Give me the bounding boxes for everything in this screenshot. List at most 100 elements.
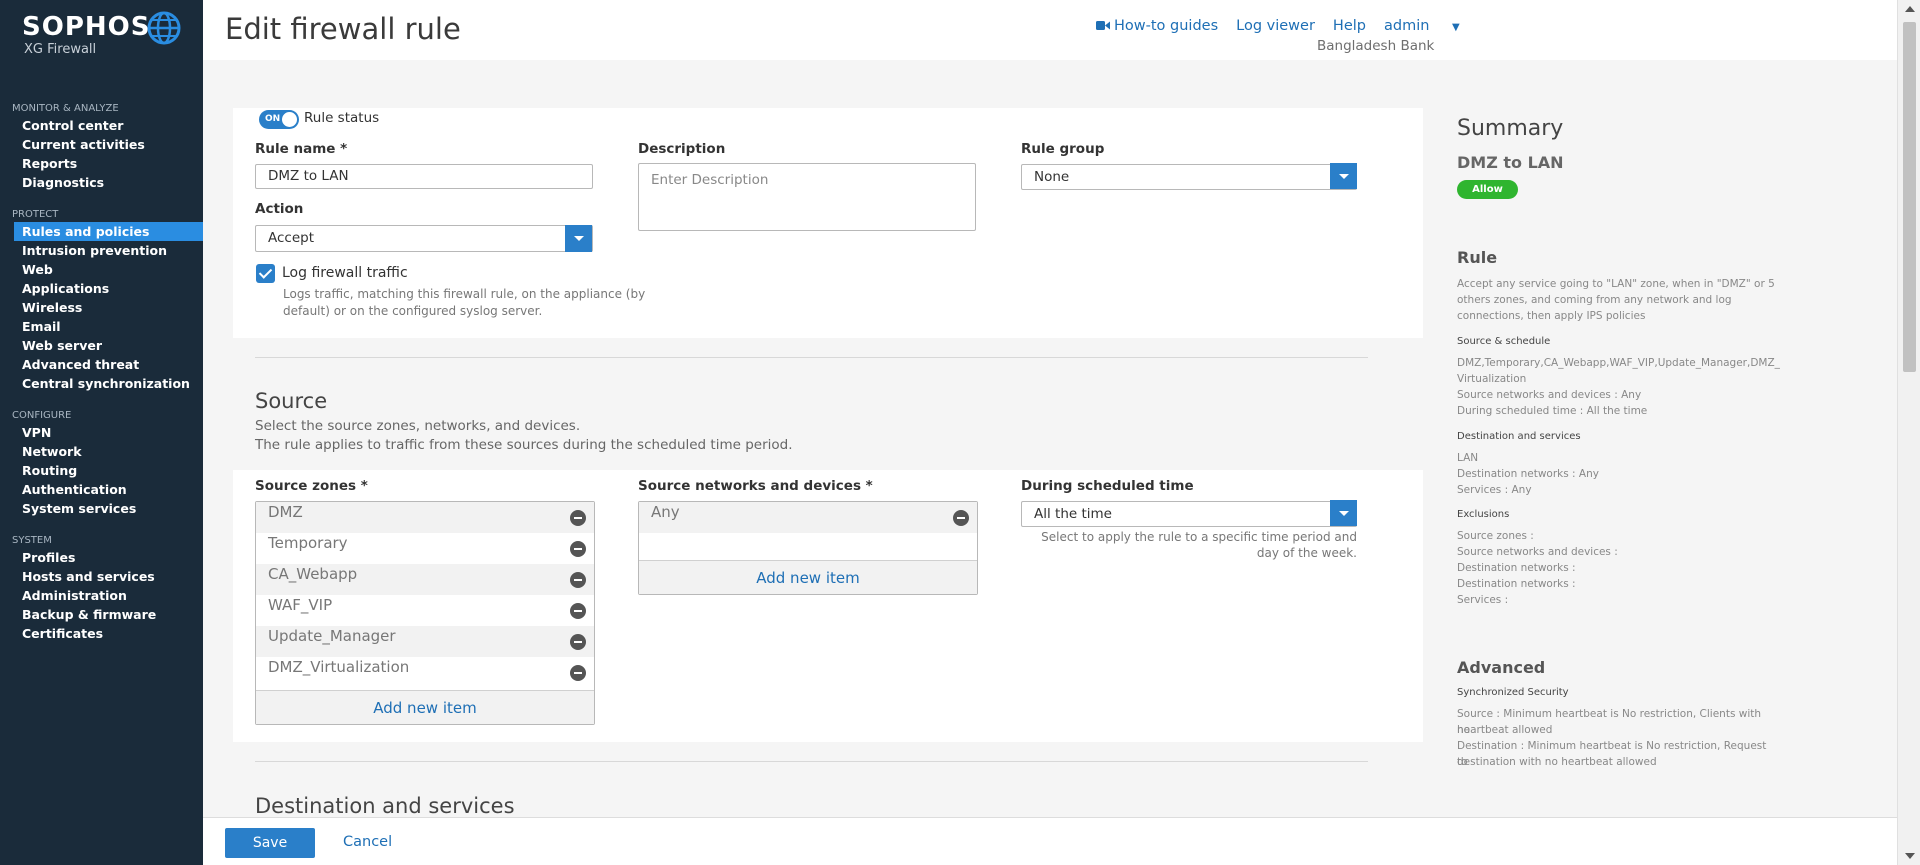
section-protect: PROTECT (12, 209, 59, 220)
sidebar-item-certificates[interactable]: Certificates (0, 624, 203, 643)
remove-icon[interactable] (570, 510, 586, 526)
divider (255, 761, 1368, 762)
product-name: XG Firewall (24, 42, 97, 57)
remove-icon[interactable] (570, 634, 586, 650)
description-textarea[interactable]: Enter Description (638, 163, 976, 231)
scroll-thumb[interactable] (1903, 22, 1916, 372)
log-traffic-checkbox[interactable] (256, 264, 275, 283)
list-item: WAF_VIP (256, 595, 594, 626)
summary-advanced-heading: Advanced (1457, 658, 1546, 677)
rule-name-input[interactable]: DMZ to LAN (255, 164, 593, 189)
sidebar-item-vpn[interactable]: VPN (0, 423, 203, 442)
log-hint-line1: Logs traffic, matching this firewall rul… (283, 287, 646, 301)
sidebar-item-backup-firmware[interactable]: Backup & firmware (0, 605, 203, 624)
sidebar-item-intrusion-prevention[interactable]: Intrusion prevention (0, 241, 203, 260)
remove-icon[interactable] (570, 603, 586, 619)
summary-excl-line2: Source networks and devices : (1457, 546, 1618, 558)
zone-name: CA_Webapp (268, 565, 358, 583)
globe-icon (147, 11, 181, 45)
rule-group-dropdown-button[interactable] (1330, 163, 1357, 189)
divider (255, 357, 1368, 358)
list-item: CA_Webapp (256, 564, 594, 595)
destination-services-heading: Destination and services (1457, 431, 1581, 442)
summary-rule-heading: Rule (1457, 248, 1498, 267)
scroll-down-icon[interactable] (1905, 853, 1915, 859)
sidebar-item-rules-and-policies[interactable]: Rules and policies (14, 222, 203, 241)
how-to-guides-link[interactable]: How-to guides (1114, 18, 1218, 34)
sidebar-item-reports[interactable]: Reports (0, 154, 203, 173)
log-viewer-link[interactable]: Log viewer (1236, 18, 1315, 34)
section-monitor: MONITOR & ANALYZE (12, 103, 119, 114)
admin-menu[interactable]: admin ▼ (1384, 18, 1478, 34)
sidebar-item-profiles[interactable]: Profiles (0, 548, 203, 567)
sidebar-item-system-services[interactable]: System services (0, 499, 203, 518)
description-label: Description (638, 141, 726, 157)
rule-status-label: Rule status (304, 110, 380, 126)
zone-name: DMZ_Virtualization (268, 658, 410, 676)
help-link[interactable]: Help (1333, 18, 1366, 34)
sidebar-item-hosts-and-services[interactable]: Hosts and services (0, 567, 203, 586)
cancel-button[interactable]: Cancel (343, 834, 392, 850)
section-configure: CONFIGURE (12, 410, 72, 421)
remove-icon[interactable] (570, 572, 586, 588)
synchronized-security-heading: Synchronized Security (1457, 687, 1569, 698)
list-item: Any (639, 502, 977, 533)
sidebar-item-authentication[interactable]: Authentication (0, 480, 203, 499)
summary-dest-line1: LAN (1457, 452, 1479, 464)
source-zones-label: Source zones * (255, 478, 368, 494)
rule-group-label: Rule group (1021, 141, 1105, 157)
zone-name: WAF_VIP (268, 596, 333, 614)
sidebar-nav: MONITOR & ANALYZE Control center Current… (0, 102, 203, 643)
sidebar-item-email[interactable]: Email (0, 317, 203, 336)
summary-rule-line3: connections, then apply IPS policies (1457, 310, 1646, 322)
add-network-button[interactable]: Add new item (639, 560, 977, 594)
admin-label: admin (1383, 18, 1430, 34)
sidebar-item-web[interactable]: Web (0, 260, 203, 279)
list-item: DMZ (256, 502, 594, 533)
sidebar-item-diagnostics[interactable]: Diagnostics (0, 173, 203, 192)
sidebar-item-web-server[interactable]: Web server (0, 336, 203, 355)
scrollbar[interactable] (1897, 0, 1920, 865)
remove-icon[interactable] (953, 510, 969, 526)
add-zone-button[interactable]: Add new item (256, 690, 594, 724)
save-button[interactable]: Save (225, 828, 315, 858)
video-camera-icon (1096, 21, 1110, 30)
network-name: Any (651, 503, 680, 521)
sidebar-item-wireless[interactable]: Wireless (0, 298, 203, 317)
footer-bar: Save Cancel (203, 817, 1897, 865)
sidebar-item-control-center[interactable]: Control center (0, 116, 203, 135)
page-title: Edit firewall rule (225, 12, 461, 46)
sidebar-item-administration[interactable]: Administration (0, 586, 203, 605)
scroll-up-icon[interactable] (1905, 6, 1915, 12)
action-dropdown-button[interactable] (565, 225, 592, 252)
sidebar-item-applications[interactable]: Applications (0, 279, 203, 298)
zone-name: Update_Manager (268, 627, 396, 645)
action-select[interactable]: Accept (255, 225, 593, 252)
organization-name: Bangladesh Bank (1317, 38, 1435, 54)
rule-group-select[interactable]: None (1021, 164, 1357, 190)
schedule-label: During scheduled time (1021, 478, 1194, 494)
source-networks-list: Any Add new item (638, 501, 978, 595)
logo-wordmark: SOPHOS (22, 12, 151, 42)
chevron-down-icon: ▼ (1452, 22, 1460, 33)
sidebar-item-advanced-threat[interactable]: Advanced threat (0, 355, 203, 374)
rule-status-toggle[interactable]: ON (259, 110, 299, 129)
sidebar-item-central-synchronization[interactable]: Central synchronization (0, 374, 203, 393)
sophos-logo[interactable]: SOPHOS XG Firewall (22, 12, 150, 57)
sidebar: SOPHOS XG Firewall MONITOR & ANALYZE Con… (0, 0, 203, 865)
sidebar-item-current-activities[interactable]: Current activities (0, 135, 203, 154)
source-title: Source (255, 389, 328, 413)
schedule-select[interactable]: All the time (1021, 501, 1357, 527)
summary-src-line2: Virtualization (1457, 373, 1527, 385)
list-item: Update_Manager (256, 626, 594, 657)
source-schedule-heading: Source & schedule (1457, 336, 1551, 347)
remove-icon[interactable] (570, 665, 586, 681)
summary-rule-name: DMZ to LAN (1457, 153, 1564, 172)
schedule-dropdown-button[interactable] (1330, 500, 1357, 526)
sidebar-item-routing[interactable]: Routing (0, 461, 203, 480)
sidebar-item-network[interactable]: Network (0, 442, 203, 461)
summary-excl-line3: Destination networks : (1457, 562, 1576, 574)
summary-rule-line1: Accept any service going to "LAN" zone, … (1457, 278, 1775, 290)
rule-name-label: Rule name * (255, 141, 348, 157)
remove-icon[interactable] (570, 541, 586, 557)
